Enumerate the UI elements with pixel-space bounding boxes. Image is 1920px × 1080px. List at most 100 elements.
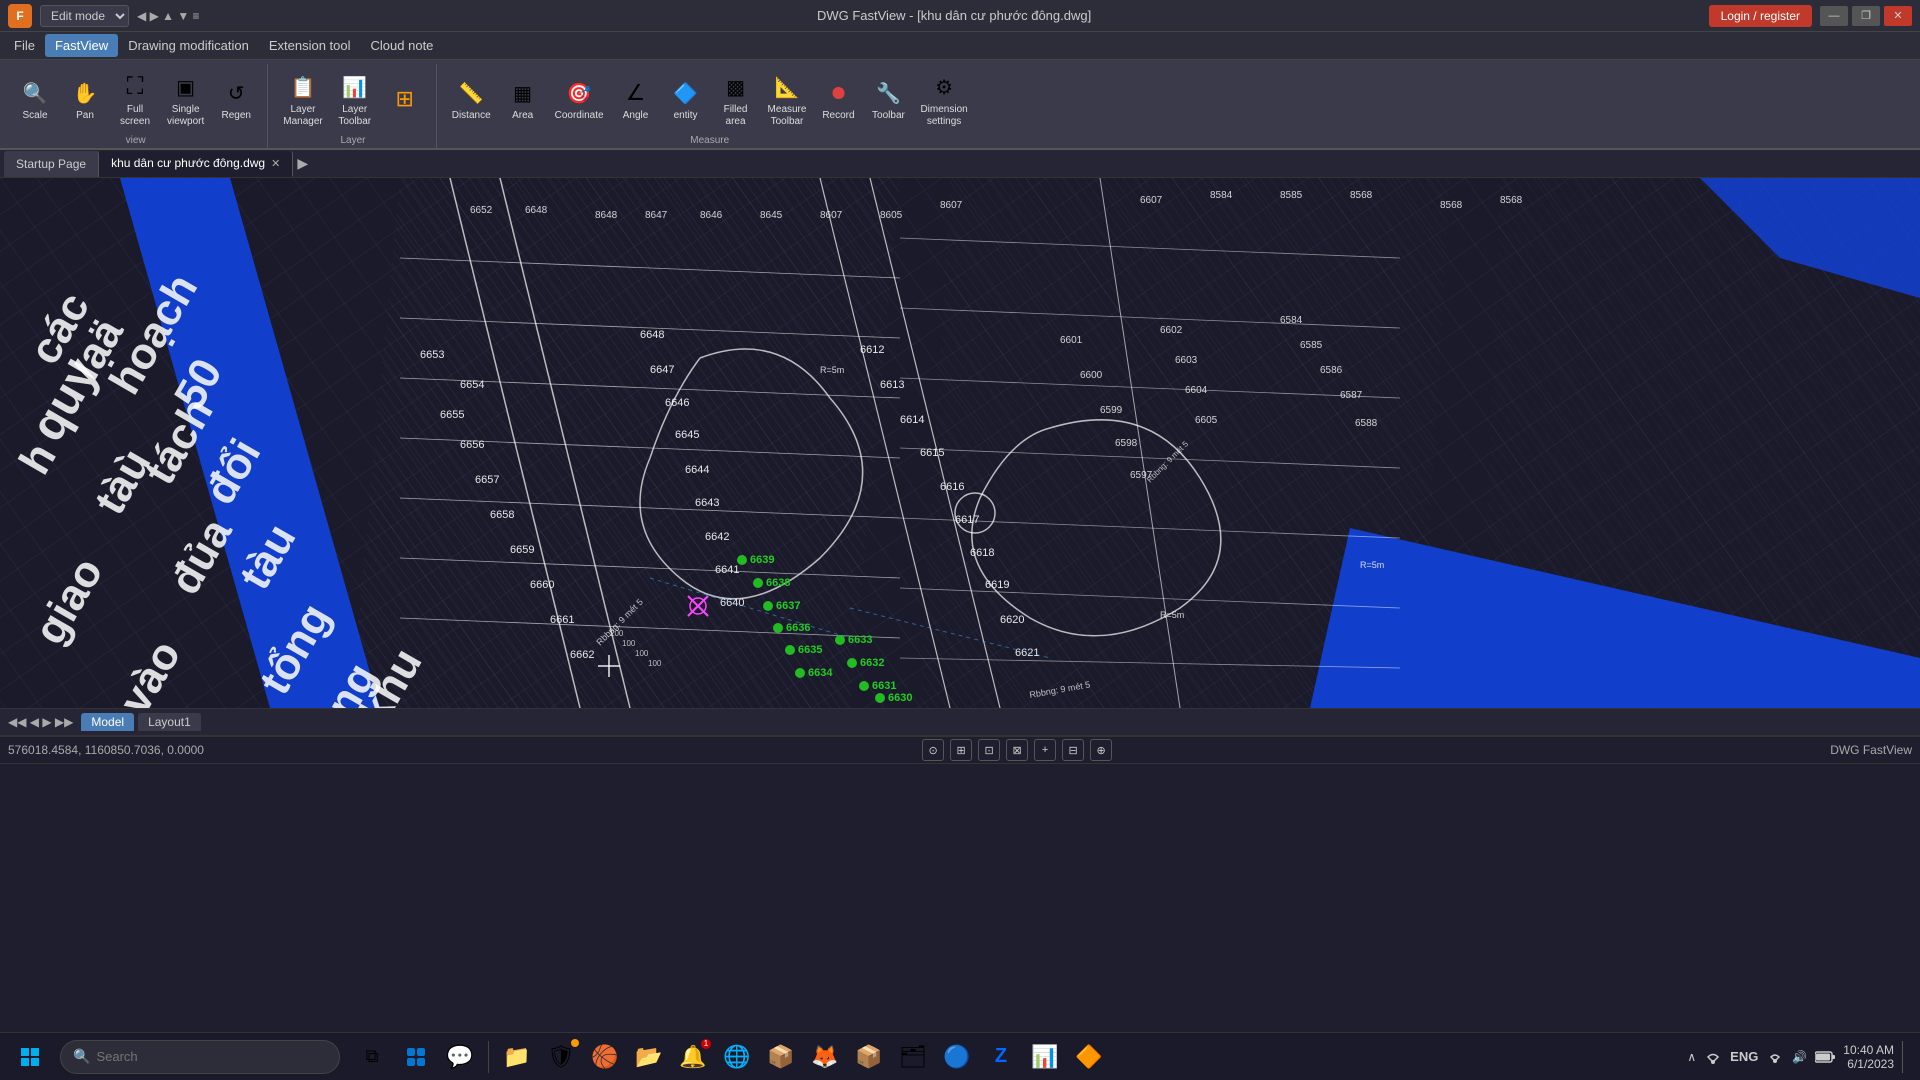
toolbar-label: Toolbar [872,110,905,122]
tray-hidden-icons[interactable]: ∧ [1687,1050,1696,1064]
layer-toolbar-button[interactable]: 📊 LayerToolbar [332,68,378,131]
menu-drawing[interactable]: Drawing modification [118,34,259,57]
windows-start-button[interactable] [4,1037,56,1077]
distance-button[interactable]: 📏 Distance [447,74,496,125]
model-nav-prev[interactable]: ◀◀ ◀ ▶ ▶▶ [8,715,73,729]
menu-extension[interactable]: Extension tool [259,34,361,57]
taskbar-edge[interactable]: 🌐 [717,1037,757,1077]
tray-wifi[interactable] [1766,1048,1784,1066]
pan-button[interactable]: ✋ Pan [62,74,108,125]
record-button[interactable]: ⏺ Record [815,74,861,125]
svg-text:100: 100 [635,649,649,658]
status-icon-1[interactable]: ⊙ [922,739,944,761]
taskbar-task-view[interactable]: ⧉ [352,1037,392,1077]
svg-text:6607: 6607 [1140,195,1163,206]
regen-button[interactable]: ↺ Regen [213,74,259,125]
model-bar: ◀◀ ◀ ▶ ▶▶ Model Layout1 [0,708,1920,736]
angle-button[interactable]: ∠ Angle [613,74,659,125]
fullscreen-icon: ⛶ [119,71,151,103]
status-icon-3[interactable]: ⊡ [978,739,1000,761]
restore-button[interactable]: ❐ [1852,6,1880,26]
entity-button[interactable]: 🔷 entity [663,74,709,125]
taskbar-zalo[interactable]: Z [981,1037,1021,1077]
status-icon-7[interactable]: ⊕ [1090,739,1112,761]
taskbar-chat[interactable]: 💬 [440,1037,480,1077]
search-input[interactable] [96,1049,296,1064]
layer-manager-button[interactable]: 📋 LayerManager [278,68,327,131]
tab-scroll-arrow[interactable]: ▶ [297,155,308,172]
filled-area-button[interactable]: ▩ Filledarea [713,68,759,131]
menu-fastview[interactable]: FastView [45,34,118,57]
tab-dwg[interactable]: khu dân cư phước đông.dwg ✕ [99,151,293,177]
svg-text:6641: 6641 [715,564,739,576]
entity-icon: 🔷 [670,77,702,109]
taskbar-filemgr[interactable]: 🗂 [893,1037,933,1077]
taskbar-folder[interactable]: 📂 [629,1037,669,1077]
measure-toolbar-button[interactable]: 📐 MeasureToolbar [763,68,812,131]
taskbar-firefox[interactable]: 🦊 [805,1037,845,1077]
tab-layout1[interactable]: Layout1 [138,713,201,731]
taskbar-security[interactable]: 🛡 [541,1037,581,1077]
taskbar-search[interactable]: 🔍 [60,1040,340,1074]
svg-text:6616: 6616 [940,481,964,493]
status-icon-5[interactable]: + [1034,739,1056,761]
taskbar-chrome[interactable]: 🔵 [937,1037,977,1077]
menu-file[interactable]: File [4,34,45,57]
tray-language[interactable]: ENG [1730,1049,1758,1064]
minimize-button[interactable]: — [1820,6,1848,26]
login-button[interactable]: Login / register [1709,5,1812,27]
clock-time: 10:40 AM [1843,1043,1894,1057]
close-tab-icon[interactable]: ✕ [271,157,280,170]
taskbar-excel[interactable]: 📊 [1025,1037,1065,1077]
scale-icon: 🔍 [19,77,51,109]
mode-dropdown[interactable]: Edit mode [40,5,129,27]
taskbar-amazon[interactable]: 📦 [761,1037,801,1077]
svg-text:6585: 6585 [1300,340,1323,351]
single-viewport-button[interactable]: ▣ Singleviewport [162,68,209,131]
layer-tools: 📋 LayerManager 📊 LayerToolbar ⊞ [278,66,427,133]
dimension-label: Dimensionsettings [920,104,967,128]
tray-network[interactable] [1704,1048,1722,1066]
dwg-canvas-area[interactable]: 6653 6654 6655 6656 6657 6658 6659 6660 … [0,178,1920,708]
system-clock[interactable]: 10:40 AM 6/1/2023 [1843,1043,1894,1071]
layer-extra-button[interactable]: ⊞ [382,80,428,119]
status-icon-2[interactable]: ⊞ [950,739,972,761]
menu-cloud[interactable]: Cloud note [361,34,444,57]
svg-text:100: 100 [648,659,662,668]
tray-volume[interactable]: 🔊 [1792,1050,1807,1064]
taskbar-files[interactable]: 📁 [497,1037,537,1077]
svg-text:6635: 6635 [798,644,822,656]
taskbar-basketball[interactable]: 🏀 [585,1037,625,1077]
app-name-display: DWG FastView [1830,743,1912,757]
taskbar-dwg[interactable]: 🔶 [1069,1037,1109,1077]
close-button[interactable]: ✕ [1884,6,1912,26]
area-icon: ▦ [507,77,539,109]
ribbon-toolbar: 🔍 Scale ✋ Pan ⛶ Fullscreen ▣ Singleviewp… [0,60,1920,150]
show-desktop[interactable] [1902,1041,1908,1073]
taskbar-widgets[interactable] [396,1037,436,1077]
svg-text:6639: 6639 [750,554,774,566]
toolbar-button[interactable]: 🔧 Toolbar [865,74,911,125]
tray-battery[interactable] [1815,1051,1835,1063]
layer-extra-icon: ⊞ [389,83,421,115]
measure-group-label: Measure [690,135,729,146]
taskbar-notification[interactable]: 🔔 1 [673,1037,713,1077]
fullscreen-button[interactable]: ⛶ Fullscreen [112,68,158,131]
single-viewport-icon: ▣ [170,71,202,103]
svg-text:6660: 6660 [530,579,554,591]
svg-text:6619: 6619 [985,579,1009,591]
svg-text:6653: 6653 [420,349,444,361]
coordinate-button[interactable]: 🎯 Coordinate [550,74,609,125]
taskbar-dropbox[interactable]: 📦 [849,1037,889,1077]
dimension-button[interactable]: ⚙ Dimensionsettings [915,68,972,131]
scale-button[interactable]: 🔍 Scale [12,74,58,125]
status-icon-4[interactable]: ⊠ [1006,739,1028,761]
taskbar: 🔍 ⧉ 💬 📁 🛡 🏀 📂 🔔 1 🌐 📦 🦊 📦 🗂 🔵 Z 📊 🔶 [0,1032,1920,1080]
svg-text:6638: 6638 [766,577,790,589]
tab-model[interactable]: Model [81,713,134,731]
tab-startup[interactable]: Startup Page [4,151,99,177]
area-label: Area [512,110,533,122]
status-icon-6[interactable]: ⊟ [1062,739,1084,761]
area-button[interactable]: ▦ Area [500,74,546,125]
svg-text:6613: 6613 [880,379,904,391]
